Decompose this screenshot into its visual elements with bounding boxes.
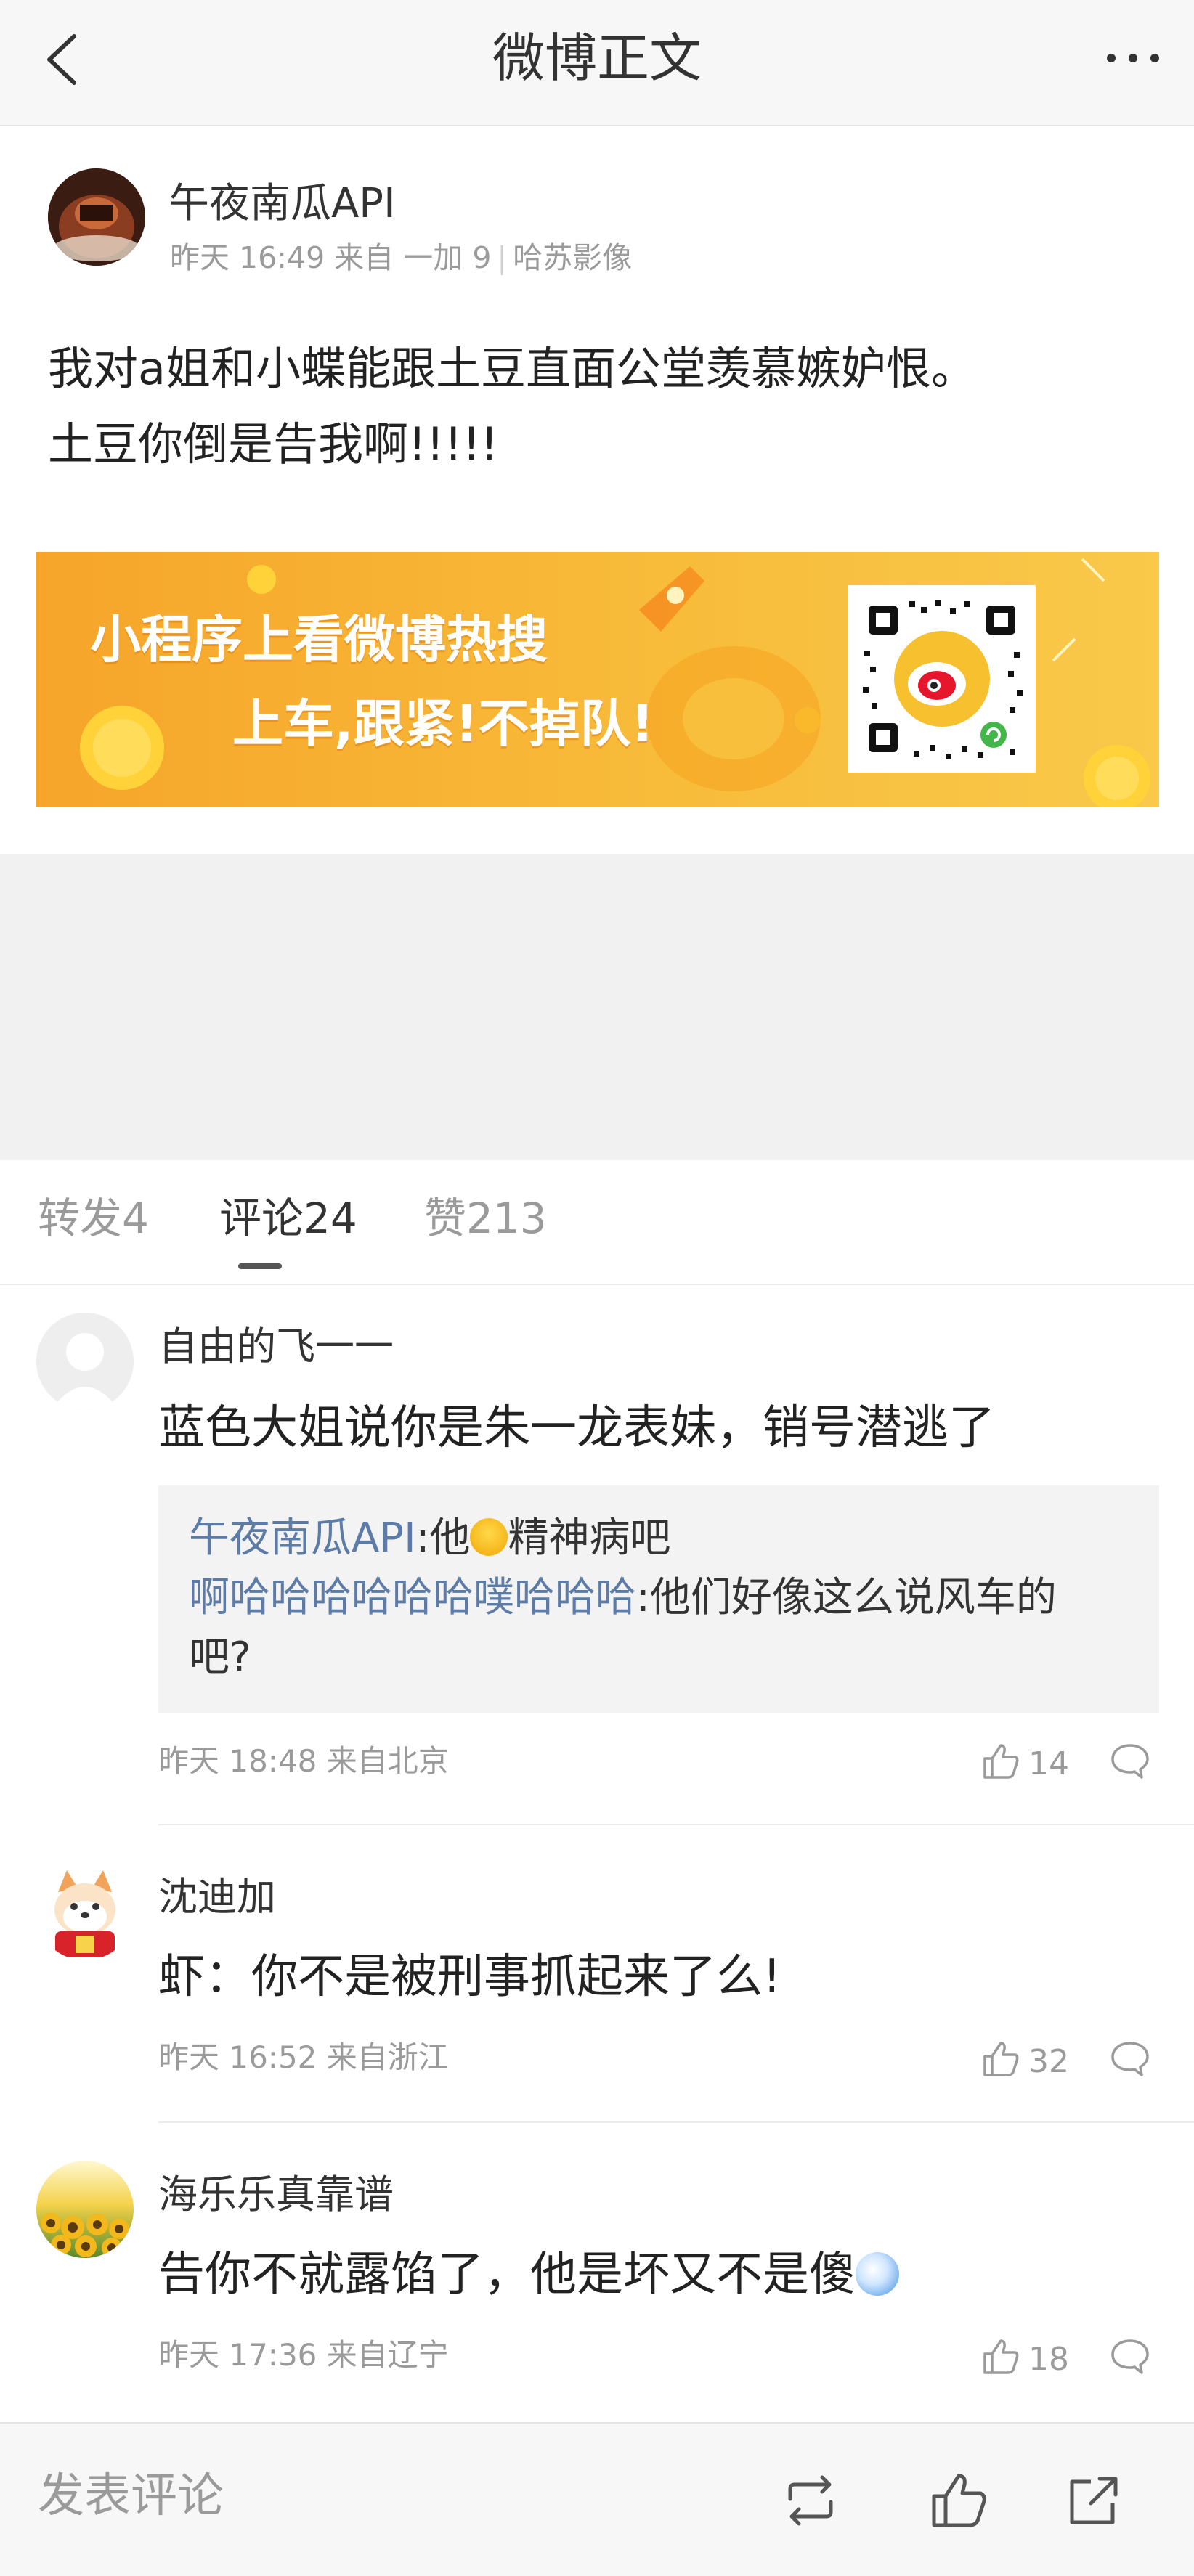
nested-replies-box[interactable]: 午夜南瓜API:他 精神病吧 啊哈哈哈哈哈哈噗哈哈哈:他们好像这么说风车的 吧? — [158, 1485, 1159, 1713]
banner-subheadline: 上车,跟紧!不掉队! — [232, 694, 654, 754]
comment-divider — [158, 2121, 1194, 2123]
post-author-name[interactable]: 午夜南瓜API — [168, 179, 396, 229]
author-avatar[interactable] — [48, 168, 145, 266]
like-thumbs-up-icon[interactable] — [928, 2470, 989, 2531]
comment-meta: 昨天 16:52 来自浙江 — [158, 2039, 449, 2075]
like-count: 14 — [1028, 1745, 1069, 1782]
comment-text-content: 告你不就露馅了，他是坏又不是傻 — [158, 2248, 856, 2302]
comment-username[interactable]: 海乐乐真靠谱 — [158, 2169, 394, 2220]
banner-headline: 小程序上看微博热搜 — [90, 610, 548, 669]
active-tab-indicator — [238, 1263, 282, 1269]
mini-program-banner[interactable]: 小程序上看微博热搜 上车,跟紧!不掉队! — [36, 552, 1159, 807]
doge-emoji-icon — [856, 2252, 899, 2296]
comment-meta: 昨天 18:48 来自北京 — [158, 1743, 449, 1779]
post-source: 来自 一加 9 — [334, 240, 492, 275]
reply-colon: : — [636, 1574, 650, 1621]
reply-text: 他们好像这么说风车的 — [649, 1574, 1057, 1621]
comment-bubble-icon[interactable] — [1110, 1743, 1150, 1780]
laugh-cry-emoji-icon — [470, 1518, 508, 1556]
like-count: 18 — [1028, 2341, 1069, 2378]
comment-bubble-icon[interactable] — [1110, 2338, 1150, 2376]
reply-username[interactable]: 午夜南瓜API — [189, 1515, 416, 1562]
tab-likes[interactable]: 赞213 — [424, 1191, 547, 1246]
reply-line: 啊哈哈哈哈哈哈噗哈哈哈:他们好像这么说风车的 — [189, 1568, 1057, 1628]
comment-avatar-default[interactable] — [36, 1313, 134, 1410]
post-lens-tag[interactable]: 哈苏影像 — [513, 240, 632, 275]
comment-bubble-icon[interactable] — [1110, 2040, 1150, 2078]
reply-username[interactable]: 啊哈哈哈哈哈哈噗哈哈哈 — [189, 1574, 636, 1621]
comment-text: 蓝色大姐说你是朱一龙表妹，销号潜逃了 — [158, 1401, 995, 1455]
comment-avatar-sunflower[interactable] — [36, 2161, 134, 2258]
thumbs-up-icon[interactable] — [980, 1741, 1021, 1782]
comment-meta: 昨天 17:36 来自辽宁 — [158, 2337, 449, 2373]
page-title: 微博正文 — [492, 28, 702, 89]
qr-code-icon — [848, 585, 1036, 773]
post-time: 昨天 16:49 — [170, 240, 325, 275]
meta-separator: | — [497, 240, 508, 275]
comment-username[interactable]: 自由的飞一一 — [158, 1321, 394, 1372]
comment-text: 告你不就露馅了，他是坏又不是傻 — [158, 2242, 899, 2307]
reply-line: 午夜南瓜API:他 精神病吧 — [189, 1509, 670, 1568]
tab-comments[interactable]: 评论24 — [219, 1191, 357, 1246]
tab-reposts[interactable]: 转发4 — [38, 1191, 149, 1246]
post-meta: 昨天 16:49 来自 一加 9 | 哈苏影像 — [170, 238, 632, 277]
reply-text: 他 — [429, 1515, 471, 1562]
thumbs-up-icon[interactable] — [980, 2039, 1021, 2079]
reply-text: 精神病吧 — [508, 1515, 671, 1562]
post-body-text: 我对a姐和小蝶能跟土豆直面公堂羡慕嫉妒恨。 土豆你倒是告我啊!!!!! — [48, 342, 976, 470]
comment-username[interactable]: 沈迪加 — [158, 1872, 276, 1923]
comment-text: 虾：你不是被刑事抓起来了么! — [158, 1950, 781, 2004]
comment-avatar-shiba[interactable] — [36, 1863, 134, 1960]
reply-line-continued: 吧? — [189, 1634, 251, 1681]
thumbs-up-icon[interactable] — [980, 2336, 1021, 2377]
reply-colon: : — [415, 1515, 430, 1562]
interaction-tab-bar — [0, 1160, 1194, 1285]
repost-icon[interactable] — [780, 2470, 841, 2531]
content-placeholder-area — [0, 854, 1194, 1160]
comment-input[interactable]: 发表评论 — [38, 2466, 224, 2527]
more-dots-icon[interactable] — [1104, 44, 1162, 73]
share-icon[interactable] — [1062, 2470, 1123, 2531]
comment-divider — [158, 1824, 1194, 1825]
like-count: 32 — [1028, 2043, 1069, 2080]
